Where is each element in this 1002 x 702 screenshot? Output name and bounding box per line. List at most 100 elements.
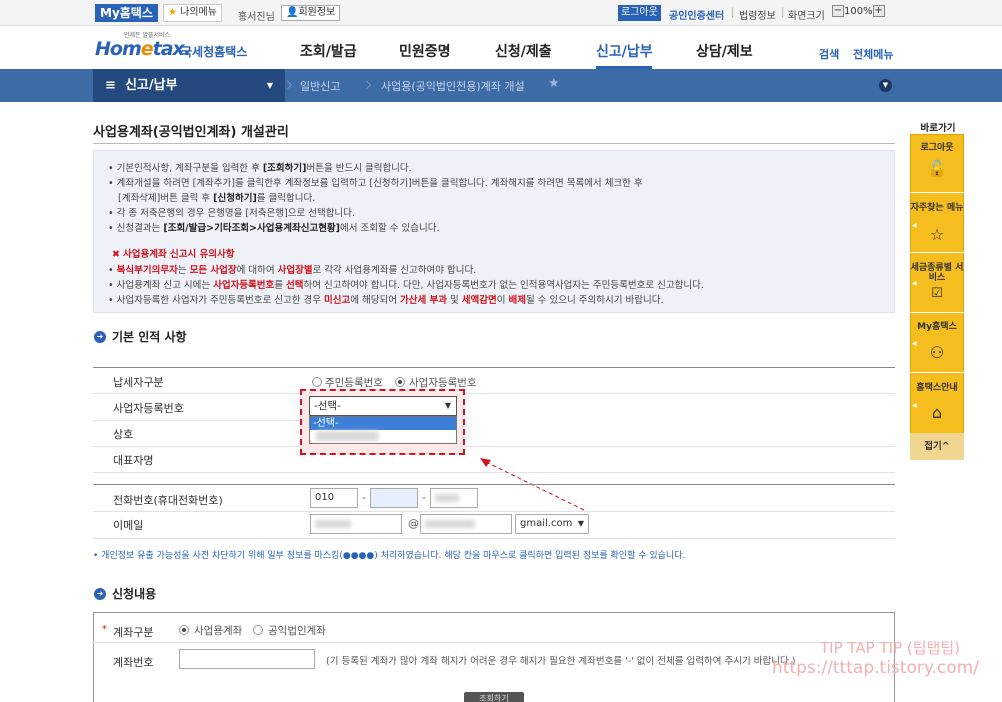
notice-line-4: • 각 종 저축은행의 경우 은행명을 [저축은행]으로 선택합니다. [108,208,355,219]
checkbox-icon[interactable]: ☑ [910,286,964,301]
menu-icon: ≡ [105,78,116,93]
phone-prefix-input[interactable]: 010 [310,488,358,508]
radio-resident-label: 주민등록번호 [325,377,383,389]
watermark-title: TIP TAP TIP (팁탭팁) [820,639,960,657]
expand-down-icon[interactable]: ▼ [879,79,892,92]
apply-title: 신청내용 [112,587,157,601]
required-mark: * [102,624,107,635]
gnav-inquiry[interactable]: 조회/발급 [300,41,357,61]
quick-guide-label[interactable]: 홈택스안내 [910,383,964,393]
section-dropdown[interactable]: ≡ 신고/납부 ▼ [93,69,285,102]
email-label: 이메일 [113,519,144,532]
favorite-star-icon[interactable]: ★ [548,76,560,91]
cert-center-link[interactable]: 공인인증센터 [669,7,724,22]
row-divider [93,538,895,539]
gnav-apply[interactable]: 신청/제출 [495,41,552,61]
phone-label: 전화번호(휴대전화번호) [113,494,223,507]
radio-public-account-label: 공익법인계좌 [268,625,326,637]
all-menu-link[interactable]: 전체메뉴 [853,46,893,62]
member-info-button[interactable]: 👤회원정보 [281,5,341,21]
divider [910,312,964,313]
quick-menu-title: 바로가기 [920,123,956,134]
warning-line-2: • 사업용계좌 신고 시에는 사업자등록번호를 선택하여 신고하여야 합니다. … [108,280,704,291]
divider [910,372,964,373]
warning-title: ✖ 사업용계좌 신고시 유의사항 [112,249,235,260]
title-divider [93,143,895,144]
person-icon: 👤 [286,7,299,18]
my-menu-button[interactable]: ★ 나의메뉴 [163,4,222,22]
breadcrumb-general-report[interactable]: 일반신고 [300,78,340,94]
section-label: 신고/납부 [124,78,178,93]
zoom-control: −100% + [832,5,890,21]
email-domain-select[interactable]: gmail.com ▼ [515,514,589,534]
email-id-input[interactable] [310,514,402,534]
bizno-label: 사업자등록번호 [113,402,184,415]
row-divider [93,511,895,512]
law-info-link[interactable]: 법령정보 [739,7,776,22]
quick-freq-menu-label[interactable]: 자주찾는 메뉴 [910,203,964,213]
bizno-option-masked[interactable] [316,431,378,441]
zoom-level: 100% [844,6,873,17]
chevron-right-icon: › [286,72,294,96]
email-at: @ [408,517,419,530]
section-bullet-icon: ➜ [94,331,106,343]
phone-middle-input[interactable] [370,488,418,508]
member-info-label: 회원정보 [298,7,336,18]
table-top-border [93,367,895,368]
logo-nts: 국세청홈택스 [181,45,248,59]
logout-button[interactable]: 로그아웃 [618,5,661,21]
notice-line-2: • 계좌개설을 하려면 [계좌추가]를 클릭한후 계좌정보를 입력하고 [신청하… [108,178,643,189]
warning-line-1: • 복식부기의무자는 모든 사업장에 대하여 사업장별로 각각 사업용계좌를 신… [108,265,477,276]
divider: | [781,7,785,18]
star-icon: ★ [168,7,177,18]
notice-line-1: • 기본인적사항, 계좌구분을 입력한 후 [조회하기]버튼을 반드시 클릭합니… [108,163,412,174]
radio-business-account[interactable] [179,625,189,635]
radio-business[interactable] [395,377,405,387]
gnav-certificate[interactable]: 민원증명 [399,41,451,61]
divider [910,192,964,193]
gnav-report-pay[interactable]: 신고/납부 [596,41,653,61]
quick-tax-service-label[interactable]: 세금종류별 서비스 [910,263,964,283]
gnav-consult[interactable]: 상담/제보 [696,41,753,61]
radio-public-account[interactable] [253,625,263,635]
taxpayer-type-label: 납세자구분 [113,376,164,389]
phone-dash: - [422,491,426,504]
breadcrumb-current[interactable]: 사업용(공익법인전용)계좌 개설 [381,78,525,94]
caret-down-icon: ▼ [266,81,273,90]
zoom-out-button[interactable]: − [832,5,844,17]
radio-business-label: 사업자등록번호 [409,377,477,389]
section-bullet-icon: ➜ [94,588,106,600]
acct-no-input[interactable] [179,649,315,669]
page-title: 사업용계좌(공익법인계좌) 개설관리 [93,125,289,140]
radio-resident[interactable] [312,377,322,387]
masking-note: • 개인정보 유출 가능성을 사전 차단하기 위해 일부 정보를 마스킹(●●●… [93,551,686,561]
warning-line-3: • 사업자등록한 사업자가 주민등록번호로 신고한 경우 미신고에 해당되어 가… [108,295,664,306]
query-button[interactable]: 조회하기 [464,692,524,702]
person-outline-icon[interactable]: ⚇ [910,343,964,362]
screen-size-label: 화면크기 [788,11,825,22]
bizno-select[interactable]: -선택- ▼ [309,396,457,416]
unlock-icon[interactable]: 🔓 [910,159,964,178]
radio-business-account-label: 사업용계좌 [194,625,243,637]
quick-logout-label[interactable]: 로그아웃 [910,143,964,153]
pointer-arrow [480,458,585,511]
chevron-right-icon: › [365,72,373,96]
quick-menu-collapse[interactable]: 접기^ [910,433,964,460]
watermark-url: https://tttap.tistory.com/ [772,658,979,678]
notice-line-3: [계좌삭제]버튼 클릭 후 [신청하기]를 클릭합니다. [118,193,316,204]
phone-dash: - [362,491,366,504]
email-domain-input[interactable] [420,514,512,534]
quick-my-hometax-label[interactable]: My홈택스 [910,322,964,332]
row-divider [93,446,895,447]
logo-text: Hometax. [95,38,191,60]
my-hometax-button[interactable]: My홈택스 [95,4,158,22]
phone-last-input[interactable] [430,488,478,508]
star-outline-icon[interactable]: ☆ [910,225,964,244]
ceo-label: 대표자명 [113,454,154,467]
my-menu-label: 나의메뉴 [180,7,217,18]
house-icon[interactable]: ⌂ [910,403,964,422]
zoom-in-button[interactable]: + [872,5,885,17]
search-link[interactable]: 검색 [819,46,839,62]
user-name: 홍서진님 [238,12,275,23]
bizno-option-select[interactable]: -선택- [310,417,456,430]
